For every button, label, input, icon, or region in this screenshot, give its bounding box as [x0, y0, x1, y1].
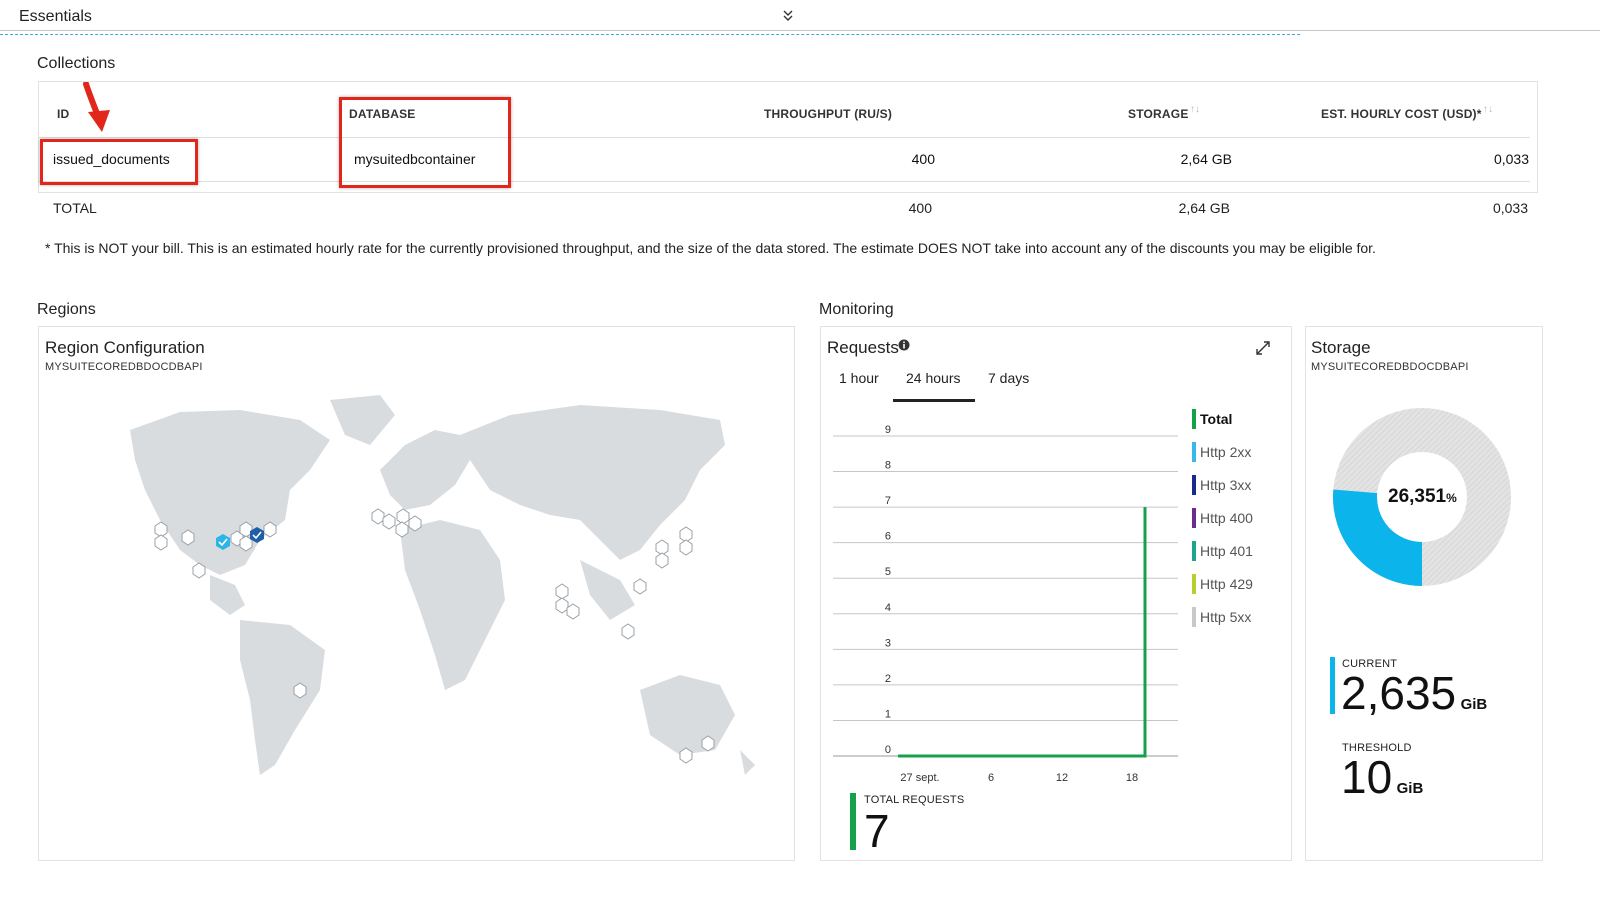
- y-tick-label: 2: [885, 673, 891, 685]
- legend-item[interactable]: Http 401: [1192, 541, 1287, 561]
- collection-storage-cell: 2,64 GB: [1180, 151, 1232, 167]
- collections-title: Collections: [37, 55, 116, 72]
- total-requests-value: 7: [864, 805, 890, 857]
- current-storage-value: 2,635 GiB: [1341, 667, 1488, 719]
- legend-swatch: [1192, 442, 1196, 462]
- column-header-id[interactable]: ID: [57, 107, 69, 121]
- legend-label: Http 400: [1200, 510, 1253, 526]
- requests-title: Requests: [827, 338, 899, 357]
- divider: [38, 181, 1530, 182]
- legend-swatch: [1192, 475, 1196, 495]
- legend-item[interactable]: Http 400: [1192, 508, 1287, 528]
- y-tick-label: 0: [885, 744, 891, 756]
- essentials-title[interactable]: Essentials: [19, 8, 92, 26]
- legend-label: Http 429: [1200, 576, 1253, 592]
- divider: [0, 30, 1600, 31]
- y-tick-label: 7: [885, 495, 891, 507]
- tab-24-hours[interactable]: 24 hours: [906, 370, 960, 386]
- tab-1-hour[interactable]: 1 hour: [839, 370, 879, 386]
- total-throughput: 400: [908, 200, 932, 216]
- total-storage: 2,64 GB: [1178, 200, 1230, 216]
- annotation-box-database: [339, 97, 511, 188]
- y-tick-label: 8: [885, 460, 891, 472]
- column-header-storage[interactable]: STORAGE: [1128, 107, 1189, 121]
- total-cost: 0,033: [1492, 200, 1528, 216]
- legend-label: Http 5xx: [1200, 609, 1252, 625]
- expand-icon[interactable]: [1255, 340, 1271, 356]
- legend-label: Http 2xx: [1200, 444, 1252, 460]
- legend-item[interactable]: Http 2xx: [1192, 442, 1287, 462]
- total-requests-bar: [850, 793, 856, 850]
- cost-footnote: * This is NOT your bill. This is an esti…: [45, 240, 1376, 256]
- y-tick-label: 9: [885, 424, 891, 436]
- column-header-throughput[interactable]: THROUGHPUT (RU/S): [764, 107, 892, 121]
- total-label: TOTAL: [53, 200, 97, 216]
- x-tick-label: 6: [988, 772, 994, 784]
- divider: [38, 137, 1530, 138]
- world-map[interactable]: [60, 390, 790, 790]
- sort-icon[interactable]: ↑↓: [1190, 104, 1200, 115]
- legend-swatch: [1192, 607, 1196, 627]
- threshold-value: 10 GiB: [1341, 751, 1424, 803]
- legend-item[interactable]: Http 429: [1192, 574, 1287, 594]
- legend-item[interactable]: Total: [1192, 409, 1287, 429]
- legend-swatch: [1192, 574, 1196, 594]
- collection-cost-cell: 0,033: [1493, 151, 1529, 167]
- legend-swatch: [1192, 541, 1196, 561]
- x-tick-label: 27 sept.: [900, 772, 939, 784]
- x-tick-label: 12: [1056, 772, 1068, 784]
- tab-7-days[interactable]: 7 days: [988, 370, 1029, 386]
- y-tick-label: 4: [885, 602, 891, 614]
- current-storage-bar: [1330, 657, 1335, 714]
- collection-throughput-cell: 400: [911, 151, 935, 167]
- storage-title: Storage: [1311, 338, 1371, 357]
- y-tick-label: 1: [885, 708, 891, 720]
- regions-title: Regions: [37, 301, 96, 318]
- storage-subtitle: MYSUITECOREDBDOCDBAPI: [1311, 361, 1469, 373]
- y-tick-label: 3: [885, 637, 891, 649]
- y-tick-label: 5: [885, 566, 891, 578]
- legend-label: Http 401: [1200, 543, 1253, 559]
- storage-percent: 26,351%: [1388, 486, 1457, 507]
- divider-dashed: [0, 34, 1300, 35]
- info-icon[interactable]: [898, 339, 910, 351]
- legend-swatch: [1192, 409, 1196, 429]
- region-configuration-subtitle: MYSUITECOREDBDOCDBAPI: [45, 361, 203, 373]
- legend-label: Http 3xx: [1200, 477, 1252, 493]
- x-tick-label: 18: [1126, 772, 1138, 784]
- requests-legend: Total Http 2xx Http 3xx Http 400 Http 401 Htt…: [1192, 409, 1287, 640]
- legend-swatch: [1192, 508, 1196, 528]
- sort-icon[interactable]: ↑↓: [1483, 104, 1493, 115]
- chevron-double-down-icon[interactable]: [780, 8, 796, 24]
- legend-item[interactable]: Http 3xx: [1192, 475, 1287, 495]
- annotation-arrow-icon: [83, 82, 110, 132]
- legend-item[interactable]: Http 5xx: [1192, 607, 1287, 627]
- y-tick-label: 6: [885, 531, 891, 543]
- column-header-cost[interactable]: EST. HOURLY COST (USD)*: [1321, 107, 1482, 121]
- monitoring-title: Monitoring: [819, 301, 894, 318]
- series-line-total: [898, 507, 1147, 758]
- region-configuration-title: Region Configuration: [45, 338, 205, 357]
- legend-label: Total: [1200, 411, 1233, 427]
- annotation-box-id: [40, 139, 198, 185]
